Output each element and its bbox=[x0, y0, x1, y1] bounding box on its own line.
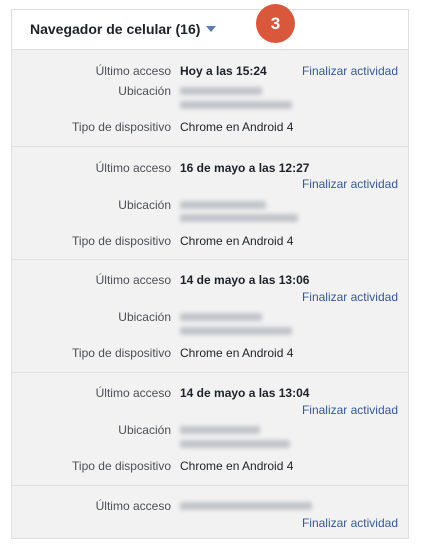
device-type-value: Chrome en Android 4 bbox=[180, 120, 294, 134]
device-type-label: Tipo de dispositivo bbox=[72, 459, 171, 473]
last-access-value: 14 de mayo a las 13:04 bbox=[180, 386, 310, 400]
caret-down-icon bbox=[206, 26, 217, 32]
device-type-value: Chrome en Android 4 bbox=[180, 234, 294, 248]
end-activity-link[interactable]: Finalizar actividad bbox=[302, 516, 398, 530]
device-type-label: Tipo de dispositivo bbox=[72, 120, 171, 134]
last-access-value: 16 de mayo a las 12:27 bbox=[180, 161, 310, 175]
last-access-label: Último acceso bbox=[95, 273, 171, 287]
location-label: Ubicación bbox=[118, 198, 171, 212]
session-entry: Último acceso 14 de mayo a las 13:04 Fin… bbox=[12, 373, 408, 486]
location-redacted bbox=[180, 313, 262, 321]
session-entry: Último acceso Hoy a las 15:24 Finalizar … bbox=[12, 50, 408, 147]
location-redacted bbox=[180, 440, 290, 448]
device-type-label: Tipo de dispositivo bbox=[72, 234, 171, 248]
step-badge: 3 bbox=[256, 4, 295, 43]
end-activity-link[interactable]: Finalizar actividad bbox=[302, 64, 398, 78]
device-type-value: Chrome en Android 4 bbox=[180, 459, 294, 473]
location-redacted bbox=[180, 214, 298, 222]
session-entry: Último acceso Finalizar actividad bbox=[12, 486, 408, 546]
location-label: Ubicación bbox=[118, 423, 171, 437]
location-label: Ubicación bbox=[118, 310, 171, 324]
location-redacted bbox=[180, 87, 262, 95]
last-access-label: Último acceso bbox=[95, 386, 171, 400]
section-title: Navegador de celular (16) bbox=[30, 21, 201, 37]
end-activity-link[interactable]: Finalizar actividad bbox=[302, 290, 398, 304]
session-entry: Último acceso 14 de mayo a las 13:06 Fin… bbox=[12, 260, 408, 373]
last-access-value: 14 de mayo a las 13:06 bbox=[180, 273, 310, 287]
location-redacted bbox=[180, 201, 266, 209]
last-access-label: Último acceso bbox=[95, 64, 171, 78]
last-access-redacted bbox=[180, 502, 312, 510]
device-type-value: Chrome en Android 4 bbox=[180, 346, 294, 360]
section-title-toggle[interactable]: Navegador de celular (16) bbox=[30, 21, 217, 37]
section-header: Navegador de celular (16) 3 bbox=[12, 4, 408, 50]
last-access-value: Hoy a las 15:24 bbox=[180, 64, 267, 78]
location-redacted bbox=[180, 327, 292, 335]
end-activity-link[interactable]: Finalizar actividad bbox=[302, 403, 398, 417]
location-redacted bbox=[180, 101, 292, 109]
last-access-label: Último acceso bbox=[95, 161, 171, 175]
device-type-label: Tipo de dispositivo bbox=[72, 346, 171, 360]
mobile-browser-sessions-panel: Navegador de celular (16) 3 Último acces… bbox=[11, 4, 409, 539]
location-label: Ubicación bbox=[118, 84, 171, 98]
location-redacted bbox=[180, 426, 260, 434]
end-activity-link[interactable]: Finalizar actividad bbox=[302, 177, 398, 191]
session-entry: Último acceso 16 de mayo a las 12:27 Fin… bbox=[12, 147, 408, 260]
last-access-label: Último acceso bbox=[95, 499, 171, 513]
